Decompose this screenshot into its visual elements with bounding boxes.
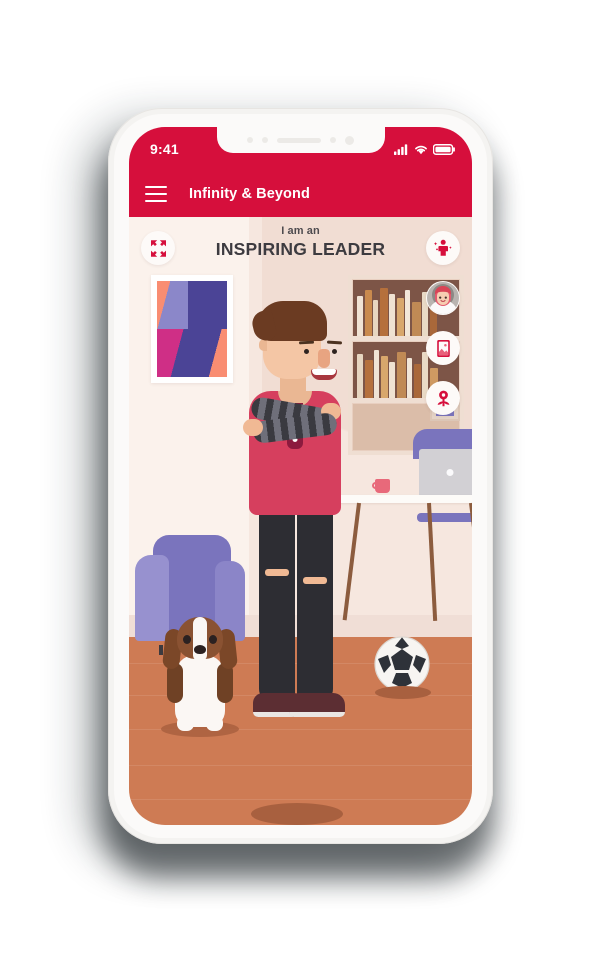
speaker-slot <box>277 137 321 143</box>
phone-screen: 9:41 Infinity & Beyond I am an INSPIRING… <box>129 127 472 825</box>
desk-chair-seat <box>417 513 472 522</box>
laptop <box>419 449 472 497</box>
beagle-dog <box>159 617 241 737</box>
battery-icon <box>433 143 455 155</box>
status-time: 9:41 <box>150 141 179 157</box>
status-icons <box>394 143 457 155</box>
cellular-signal-icon <box>394 143 408 155</box>
decor-plant-button[interactable] <box>426 381 460 415</box>
character-portrait-icon <box>427 282 459 314</box>
character-shadow <box>251 803 343 825</box>
notch <box>216 127 385 153</box>
shoe <box>289 693 345 717</box>
wall-art-canvas <box>157 281 227 377</box>
expand-arrows-icon <box>150 239 166 257</box>
app-title: Infinity & Beyond <box>189 186 310 202</box>
sensor-dot <box>247 137 253 143</box>
hand <box>243 419 263 436</box>
scene-stage: I am an INSPIRING LEADER <box>129 217 472 825</box>
sensor-dot <box>262 137 268 143</box>
book <box>380 356 388 398</box>
side-rail <box>426 231 460 431</box>
flower-pin-icon <box>437 390 449 406</box>
phone-frame: 9:41 Infinity & Beyond I am an INSPIRING… <box>108 108 493 844</box>
book <box>413 364 421 398</box>
book <box>357 354 363 398</box>
wifi-icon <box>415 145 427 154</box>
book <box>411 302 421 336</box>
camera-dot <box>345 135 354 145</box>
photo-frame-icon <box>436 339 450 357</box>
book <box>364 290 372 336</box>
coffee-mug <box>375 479 390 493</box>
book <box>396 298 404 336</box>
living-room-illustration <box>129 217 472 825</box>
book <box>407 358 412 398</box>
abstract-wall-art <box>151 275 233 383</box>
person-sparkle-icon <box>433 239 452 256</box>
book <box>389 294 395 336</box>
app-bar: Infinity & Beyond <box>129 171 472 217</box>
book <box>379 288 388 336</box>
background-image-button[interactable] <box>426 331 460 365</box>
status-bar: 9:41 <box>129 127 472 171</box>
avatar-style-button[interactable] <box>426 231 460 265</box>
man-character <box>235 301 355 825</box>
book <box>373 300 378 336</box>
book <box>364 360 373 398</box>
book <box>389 362 395 398</box>
book <box>405 290 410 336</box>
book <box>374 350 379 398</box>
book <box>396 352 406 398</box>
soccer-ball <box>373 635 431 699</box>
hamburger-menu-icon[interactable] <box>145 186 167 202</box>
book <box>357 296 363 336</box>
soccer-ball-graphic <box>374 636 430 692</box>
expand-button[interactable] <box>141 231 175 265</box>
legs <box>253 507 345 717</box>
sensor-dot <box>330 137 336 143</box>
character-portrait-button[interactable] <box>426 281 460 315</box>
